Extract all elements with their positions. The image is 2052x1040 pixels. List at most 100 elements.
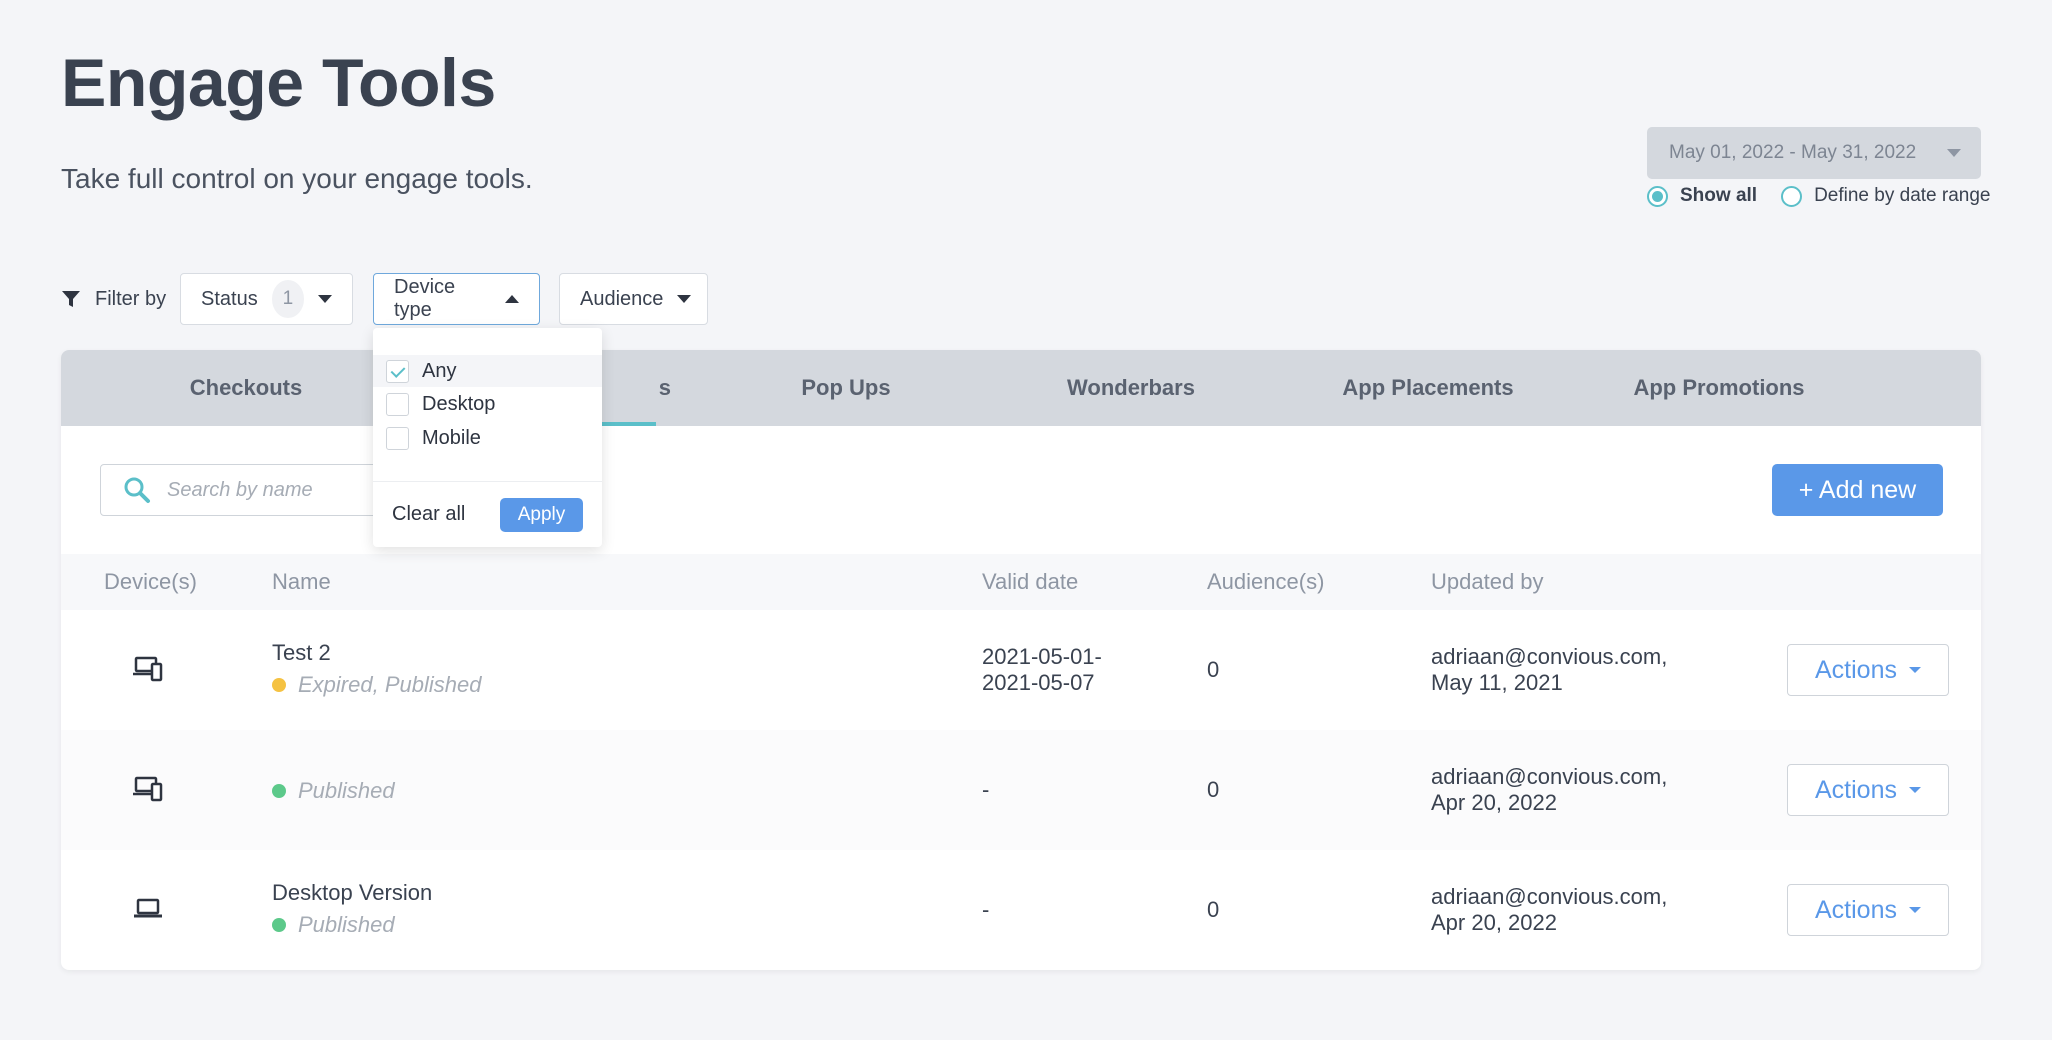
engage-tools-card: Checkouts s Pop Ups Wonderbars App Place… [61, 350, 1981, 970]
checkbox[interactable] [386, 426, 409, 450]
device-option-mobile[interactable]: Mobile [373, 422, 602, 454]
checkbox-checked[interactable] [386, 359, 409, 383]
checkbox[interactable] [386, 392, 409, 416]
date-range-radio[interactable] [1781, 185, 1803, 207]
search-input[interactable]: Search by name [100, 464, 420, 516]
audience-count: 0 [1207, 777, 1220, 802]
audience-count: 0 [1207, 657, 1220, 682]
status-cell: Published [272, 912, 432, 938]
actions-label: Actions [1815, 895, 1897, 924]
show-all-radio[interactable] [1647, 185, 1668, 207]
updated-by-date: Apr 20, 2022 [1431, 790, 1557, 815]
status-dot [272, 678, 286, 692]
updated-by-cell: adriaan@convious.com, Apr 20, 2022 [1431, 764, 1667, 816]
device-type-filter-label: Device type [394, 276, 456, 321]
device-type-filter-button[interactable]: Device type [373, 273, 540, 325]
column-header-devices[interactable]: Device(s) [104, 569, 197, 595]
tab-app-placements[interactable]: App Placements [1318, 350, 1538, 426]
status-count-badge: 1 [271, 280, 304, 318]
date-range-value: May 01, 2022 - May 31, 2022 [1669, 142, 1917, 163]
filter-label-text: Filter by [95, 287, 167, 310]
filter-label: Filter by [61, 286, 166, 312]
page-subtitle: Take full control on your engage tools. [61, 163, 533, 194]
valid-date-cell: - [982, 897, 990, 922]
multi-device-icon [133, 656, 163, 682]
status-dot [272, 784, 286, 798]
table-toolbar: Search by name + Add new [61, 426, 1981, 554]
valid-date-cell: 2021-05-01- 2021-05-07 [982, 644, 1102, 696]
device-option-label: Desktop [422, 392, 496, 415]
updated-by-cell: adriaan@convious.com, Apr 20, 2022 [1431, 884, 1667, 936]
status-filter-label: Status [201, 287, 258, 310]
tab-app-promotions[interactable]: App Promotions [1609, 350, 1829, 426]
updated-by-date: Apr 20, 2022 [1431, 910, 1557, 935]
row-name: Desktop Version [272, 880, 433, 905]
actions-label: Actions [1815, 655, 1897, 684]
caret-down-icon [1908, 667, 1921, 673]
actions-button[interactable]: Actions [1787, 884, 1949, 936]
table-body: Test 2 Expired, Published 2021-05-01- 20… [61, 610, 1981, 970]
actions-label: Actions [1815, 775, 1897, 804]
table-row: Test 2 Expired, Published 2021-05-01- 20… [61, 610, 1981, 730]
tab-bar: Checkouts s Pop Ups Wonderbars App Place… [61, 350, 1981, 426]
tab-checkouts[interactable]: Checkouts [181, 350, 311, 426]
status-dot [272, 918, 286, 932]
device-option-label: Any [422, 359, 457, 382]
audience-count: 0 [1207, 897, 1220, 922]
table-row: Desktop Version Published - 0 adriaan@co… [61, 850, 1981, 970]
audience-filter-button[interactable]: Audience [559, 273, 708, 325]
tab-pop-ups[interactable]: Pop Ups [761, 350, 931, 426]
filter-icon [62, 291, 80, 307]
device-type-dropdown: Any Desktop Mobile Clear all Apply [373, 328, 602, 547]
actions-button[interactable]: Actions [1787, 764, 1949, 816]
column-header-updated-by[interactable]: Updated by [1431, 569, 1544, 595]
device-option-any[interactable]: Any [373, 355, 602, 387]
valid-date-start: 2021-05-01- [982, 644, 1102, 669]
column-header-audiences[interactable]: Audience(s) [1207, 569, 1324, 595]
name-cell: Desktop Version Published [272, 880, 432, 938]
updated-by-email: adriaan@convious.com, [1431, 884, 1668, 909]
search-icon [124, 477, 150, 503]
status-text: Published [298, 778, 395, 803]
valid-date-cell: - [982, 777, 990, 802]
valid-date-end: 2021-05-07 [982, 670, 1095, 695]
device-option-label: Mobile [422, 426, 481, 449]
date-range-select: May 01, 2022 - May 31, 2022 [1647, 127, 1981, 179]
status-filter-button[interactable]: Status 1 [180, 273, 353, 325]
column-header-name[interactable]: Name [272, 569, 331, 595]
laptop-icon [134, 898, 162, 918]
date-filter-radio-group: Show all Define by date range [1647, 183, 1990, 209]
column-header-valid-date[interactable]: Valid date [982, 569, 1078, 595]
page-title: Engage Tools [61, 45, 496, 121]
chevron-down-icon [1947, 149, 1961, 157]
name-cell: Published [272, 778, 395, 804]
date-range-label[interactable]: Define by date range [1814, 185, 1990, 207]
row-name: Test 2 [272, 640, 331, 665]
caret-down-icon [677, 295, 692, 303]
add-new-button[interactable]: + Add new [1772, 464, 1943, 516]
caret-up-icon [505, 295, 519, 303]
updated-by-date: May 11, 2021 [1431, 670, 1563, 695]
updated-by-email: adriaan@convious.com, [1431, 644, 1668, 669]
device-option-desktop[interactable]: Desktop [373, 388, 602, 420]
status-cell: Expired, Published [272, 672, 481, 698]
updated-by-email: adriaan@convious.com, [1431, 764, 1668, 789]
status-cell: Published [272, 778, 395, 804]
show-all-label[interactable]: Show all [1680, 185, 1757, 207]
name-cell: Test 2 Expired, Published [272, 640, 481, 698]
audience-filter-label: Audience [580, 287, 664, 310]
tab-wonderbars[interactable]: Wonderbars [1046, 350, 1216, 426]
dropdown-divider [373, 481, 602, 482]
status-text: Expired, Published [298, 672, 482, 697]
multi-device-icon [133, 776, 163, 802]
caret-down-icon [1908, 907, 1921, 913]
search-placeholder: Search by name [167, 478, 313, 501]
updated-by-cell: adriaan@convious.com, May 11, 2021 [1431, 644, 1667, 696]
actions-button[interactable]: Actions [1787, 644, 1949, 696]
apply-button[interactable]: Apply [500, 498, 583, 532]
table-header: Device(s) Name Valid date Audience(s) Up… [61, 554, 1981, 610]
table-row: Published - 0 adriaan@convious.com, Apr … [61, 730, 1981, 850]
caret-down-icon [318, 295, 332, 303]
clear-all-button[interactable]: Clear all [392, 503, 465, 526]
caret-down-icon [1908, 787, 1921, 793]
